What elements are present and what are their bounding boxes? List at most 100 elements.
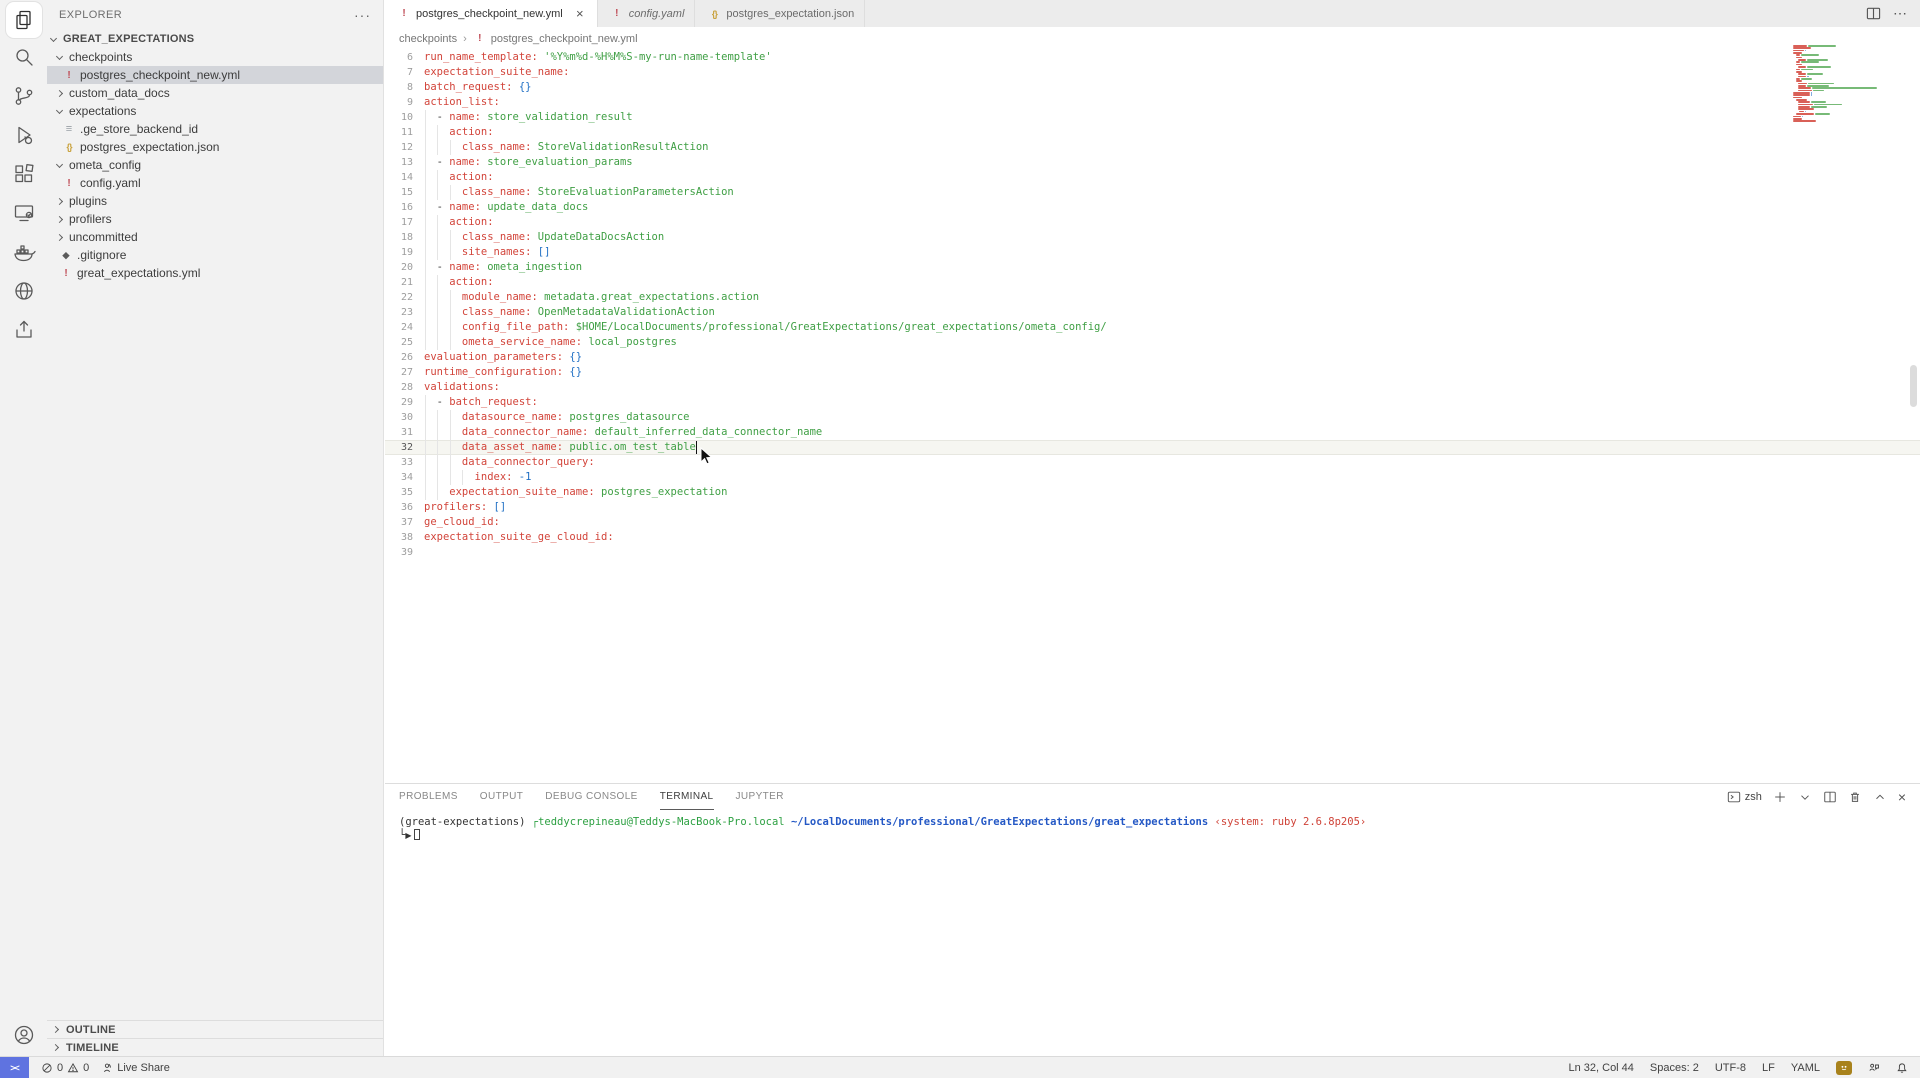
code-line[interactable]: 15class_name: StoreEvaluationParametersA… [385,185,1920,200]
maximize-panel-icon[interactable] [1873,790,1887,804]
code-line[interactable]: 21action: [385,275,1920,290]
problems-status[interactable]: 0 0 [41,1062,89,1074]
status-feedback[interactable] [1868,1062,1880,1074]
tab-postgres-expectation-json[interactable]: {}postgres_expectation.json [695,0,865,27]
code-line[interactable]: 11action: [385,125,1920,140]
code-line[interactable]: 9action_list: [385,95,1920,110]
code-line[interactable]: 32data_asset_name: public.om_test_table [385,440,1920,455]
minimap[interactable] [1793,45,1905,185]
code-line[interactable]: 16- name: update_data_docs [385,200,1920,215]
tree-file-great-expectations-yml[interactable]: !great_expectations.yml [47,264,383,282]
code-line[interactable]: 33data_connector_query: [385,455,1920,470]
code-line[interactable]: 19site_names: [] [385,245,1920,260]
more-actions-icon[interactable]: ⋯ [1893,5,1908,22]
tab-postgres-checkpoint-new-yml[interactable]: !postgres_checkpoint_new.yml× [385,0,598,27]
code-line[interactable]: 13- name: store_evaluation_params [385,155,1920,170]
panel-tab-jupyter[interactable]: JUPYTER [736,784,784,810]
code-line[interactable]: 18class_name: UpdateDataDocsAction [385,230,1920,245]
code-line[interactable]: 29- batch_request: [385,395,1920,410]
code-line[interactable]: 26evaluation_parameters: {} [385,350,1920,365]
code-line[interactable]: 24config_file_path: $HOME/LocalDocuments… [385,320,1920,335]
tree-folder-profilers[interactable]: profilers [47,210,383,228]
code-line[interactable]: 36profilers: [] [385,500,1920,515]
tab-config-yaml[interactable]: !config.yaml [598,0,696,27]
tree-folder-plugins[interactable]: plugins [47,192,383,210]
terminal-content[interactable]: (great-expectations) ┌teddycrepineau@Ted… [385,810,1920,842]
code-line[interactable]: 23class_name: OpenMetadataValidationActi… [385,305,1920,320]
code-line[interactable]: 35expectation_suite_name: postgres_expec… [385,485,1920,500]
code-line[interactable]: 28validations: [385,380,1920,395]
panel-tab-debug-console[interactable]: DEBUG CONSOLE [545,784,637,810]
minimap-mark [1796,61,1800,63]
tree-file--gitignore[interactable]: ◆.gitignore [47,246,383,264]
code-line[interactable]: 31data_connector_name: default_inferred_… [385,425,1920,440]
code-line[interactable]: 14action: [385,170,1920,185]
tree-file-postgres-checkpoint-new-yml[interactable]: !postgres_checkpoint_new.yml [47,66,383,84]
status-lf[interactable]: LF [1762,1062,1775,1074]
close-panel-icon[interactable]: × [1898,790,1906,804]
code-line[interactable]: 12class_name: StoreValidationResultActio… [385,140,1920,155]
status-bell[interactable] [1896,1062,1908,1074]
activity-item-globe[interactable] [4,273,44,312]
activity-item-share[interactable] [4,312,44,351]
tree-file--ge-store-backend-id[interactable]: ≡.ge_store_backend_id [47,120,383,138]
indent-guide [425,320,426,335]
split-terminal-icon[interactable] [1823,790,1837,804]
activity-item-account[interactable] [4,1017,44,1056]
code-line[interactable]: 38expectation_suite_ge_cloud_id: [385,530,1920,545]
sidebar-section-timeline[interactable]: TIMELINE [47,1038,383,1056]
activity-item-source-control[interactable] [4,78,44,117]
tree-folder-ometa-config[interactable]: ometa_config [47,156,383,174]
breadcrumb[interactable]: checkpoints›!postgres_checkpoint_new.yml [385,27,1920,50]
tree-folder-custom-data-docs[interactable]: custom_data_docs [47,84,383,102]
code-line[interactable]: 17action: [385,215,1920,230]
status-utf-8[interactable]: UTF-8 [1715,1062,1746,1074]
activity-item-explorer[interactable] [4,0,44,39]
explorer-more-actions-icon[interactable]: ··· [354,7,371,23]
code-line[interactable]: 34index: -1 [385,470,1920,485]
tree-folder-checkpoints[interactable]: checkpoints [47,48,383,66]
split-editor-icon[interactable] [1866,6,1881,21]
breadcrumb-item[interactable]: checkpoints [399,33,457,45]
activity-item-extensions[interactable] [4,156,44,195]
code-line[interactable]: 22module_name: metadata.great_expectatio… [385,290,1920,305]
code-editor[interactable]: 6run_name_template: '%Y%m%d-%H%M%S-my-ru… [385,50,1920,783]
breadcrumb-item[interactable]: postgres_checkpoint_new.yml [491,33,638,45]
status-ln[interactable]: Ln 32, Col 44 [1568,1062,1633,1074]
sidebar-root-folder[interactable]: GREAT_EXPECTATIONS [47,30,383,48]
code-line[interactable]: 10- name: store_validation_result [385,110,1920,125]
activity-item-docker[interactable] [4,234,44,273]
live-share-status[interactable]: Live Share [101,1062,170,1074]
panel-tab-problems[interactable]: PROBLEMS [399,784,458,810]
code-line[interactable]: 6run_name_template: '%Y%m%d-%H%M%S-my-ru… [385,50,1920,65]
tree-file-config-yaml[interactable]: !config.yaml [47,174,383,192]
code-line[interactable]: 25ometa_service_name: local_postgres [385,335,1920,350]
activity-item-remote-explorer[interactable] [4,195,44,234]
code-line[interactable]: 27runtime_configuration: {} [385,365,1920,380]
panel-tab-output[interactable]: OUTPUT [480,784,524,810]
tab-close-icon[interactable]: × [573,6,587,21]
code-line[interactable]: 20- name: ometa_ingestion [385,260,1920,275]
activity-item-run-debug[interactable] [4,117,44,156]
kill-terminal-icon[interactable] [1848,790,1862,804]
shell-selector[interactable]: zsh [1727,790,1762,804]
remote-indicator[interactable]: >< [0,1057,29,1078]
editor-scrollbar[interactable] [1910,365,1917,407]
tree-file-postgres-expectation-json[interactable]: {}postgres_expectation.json [47,138,383,156]
tree-folder-expectations[interactable]: expectations [47,102,383,120]
status-yaml[interactable]: YAML [1791,1062,1820,1074]
activity-item-search[interactable] [4,39,44,78]
code-line[interactable]: 39 [385,545,1920,560]
panel-tab-terminal[interactable]: TERMINAL [660,784,714,810]
status-spaces[interactable]: Spaces: 2 [1650,1062,1699,1074]
tree-folder-uncommitted[interactable]: uncommitted [47,228,383,246]
code-line[interactable]: 7expectation_suite_name: [385,65,1920,80]
code-line[interactable]: 37ge_cloud_id: [385,515,1920,530]
code-line[interactable]: 30datasource_name: postgres_datasource [385,410,1920,425]
code-line[interactable]: 8batch_request: {} [385,80,1920,95]
yaml-key-token: action: [449,126,493,138]
sidebar-section-outline[interactable]: OUTLINE [47,1020,383,1038]
extension-badge-icon[interactable] [1836,1061,1852,1075]
terminal-dropdown-icon[interactable] [1798,790,1812,804]
new-terminal-icon[interactable] [1773,790,1787,804]
